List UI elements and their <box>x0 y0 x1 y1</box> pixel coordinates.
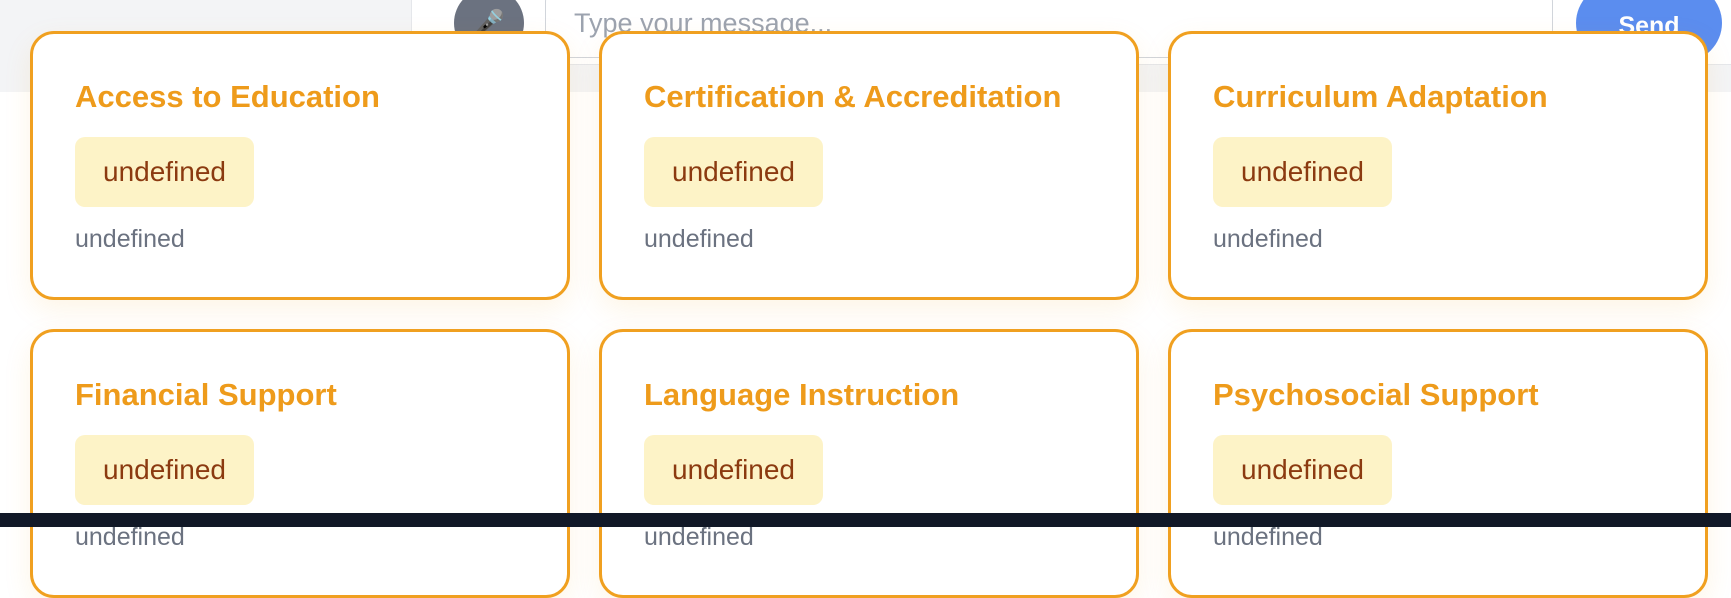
card-badge: undefined <box>1213 137 1393 207</box>
card-badge: undefined <box>644 137 824 207</box>
card-badge: undefined <box>644 435 824 505</box>
card-title: Access to Education <box>75 79 380 114</box>
topic-card-psychosocial-support[interactable]: Psychosocial Support undefined undefined <box>1168 329 1708 598</box>
card-description: undefined <box>75 225 185 253</box>
card-badge: undefined <box>75 435 255 505</box>
card-badge: undefined <box>75 137 255 207</box>
topic-card-language-instruction[interactable]: Language Instruction undefined undefined <box>599 329 1139 598</box>
topic-card-curriculum-adaptation[interactable]: Curriculum Adaptation undefined undefine… <box>1168 31 1708 300</box>
bottom-bar <box>0 513 1731 527</box>
card-title: Curriculum Adaptation <box>1213 79 1548 114</box>
card-title: Financial Support <box>75 377 337 412</box>
topic-card-access-to-education[interactable]: Access to Education undefined undefined <box>30 31 570 300</box>
card-title: Certification & Accreditation <box>644 79 1062 114</box>
card-badge: undefined <box>1213 435 1393 505</box>
topic-card-financial-support[interactable]: Financial Support undefined undefined <box>30 329 570 598</box>
card-title: Psychosocial Support <box>1213 377 1539 412</box>
topic-card-certification-accreditation[interactable]: Certification & Accreditation undefined … <box>599 31 1139 300</box>
card-title: Language Instruction <box>644 377 960 412</box>
card-description: undefined <box>1213 225 1323 253</box>
card-description: undefined <box>644 225 754 253</box>
